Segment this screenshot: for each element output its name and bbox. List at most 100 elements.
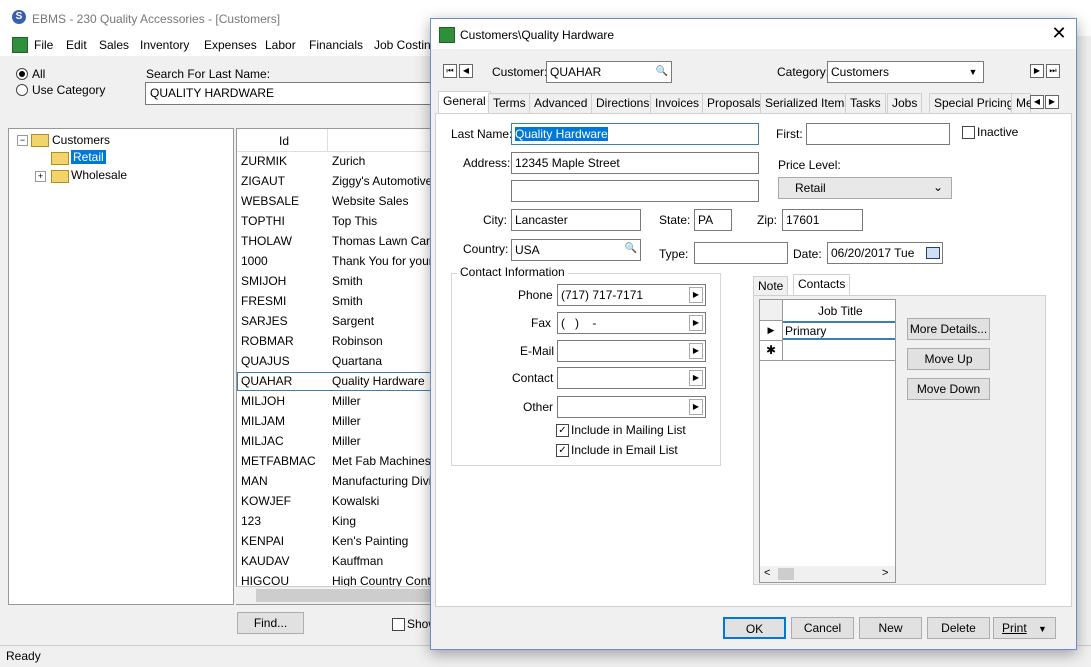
menu-labor[interactable]: Labor [265, 38, 296, 52]
list-item-id[interactable]: QUAJUS [241, 354, 290, 368]
address-line-2-input[interactable] [511, 180, 759, 202]
calendar-icon[interactable] [926, 247, 940, 259]
list-item-id[interactable]: KENPAI [241, 534, 284, 548]
contacts-horizontal-scrollbar[interactable]: < > [760, 566, 895, 582]
list-item-name[interactable]: Smith [332, 294, 363, 308]
list-item-id[interactable]: THOLAW [241, 234, 292, 248]
list-item-name[interactable]: Kauffman [332, 554, 383, 568]
list-item-name[interactable]: Manufacturing Divisic [332, 474, 437, 488]
collapse-icon[interactable]: − [17, 135, 28, 146]
column-header-job-title[interactable]: Job Title [818, 304, 863, 318]
tab-serialized-items[interactable]: Serialized Items [760, 93, 856, 113]
first-record-icon[interactable]: ⏮ [443, 64, 457, 78]
search-input[interactable]: QUALITY HARDWARE [145, 82, 432, 105]
list-item-id[interactable]: SMIJOH [241, 274, 286, 288]
tree-item-customers[interactable]: Customers [52, 133, 110, 147]
state-input[interactable]: PA [694, 209, 732, 231]
chevron-down-icon[interactable]: ▼ [966, 64, 980, 80]
list-item-id[interactable]: ZIGAUT [241, 174, 285, 188]
list-item-id[interactable]: 123 [241, 514, 261, 528]
list-item-id[interactable]: KAUDAV [241, 554, 289, 568]
find-button[interactable]: Find... [237, 612, 304, 634]
price-level-select[interactable]: Retail ⌄ [778, 177, 952, 199]
zip-input[interactable]: 17601 [782, 209, 863, 231]
email-dropdown-icon[interactable]: ▶ [689, 343, 703, 359]
app-menu-icon[interactable] [12, 37, 28, 53]
tab-scroll-left-icon[interactable]: ◀ [1030, 95, 1044, 109]
type-input[interactable] [694, 242, 788, 264]
last-name-input[interactable]: Quality Hardware [511, 123, 759, 145]
cancel-button[interactable]: Cancel [791, 617, 854, 639]
customer-lookup-icon[interactable]: 🔍 [655, 65, 669, 79]
column-header-id[interactable]: Id [279, 134, 289, 148]
tab-terms[interactable]: Terms [488, 93, 531, 113]
menu-expenses[interactable]: Expenses [204, 38, 257, 52]
list-item-name[interactable]: Ziggy's Automotive [332, 174, 432, 188]
list-item-name[interactable]: Quartana [332, 354, 382, 368]
list-item-name[interactable]: Website Sales [332, 194, 408, 208]
print-button[interactable]: Print ▼ [993, 617, 1056, 639]
previous-record-icon[interactable]: ◀ [459, 64, 473, 78]
close-icon[interactable]: ✕ [1049, 23, 1069, 45]
menu-sales[interactable]: Sales [99, 38, 129, 52]
tab-scroll-right-icon[interactable]: ▶ [1045, 95, 1059, 109]
list-item-id[interactable]: MILJAM [241, 414, 285, 428]
list-item-id[interactable]: METFABMAC [241, 454, 316, 468]
list-item-id[interactable]: FRESMI [241, 294, 286, 308]
more-details-button[interactable]: More Details... [907, 318, 990, 340]
first-name-input[interactable] [806, 123, 950, 145]
phone-dropdown-icon[interactable]: ▶ [689, 287, 703, 303]
horizontal-scrollbar[interactable] [236, 586, 436, 604]
ok-button[interactable]: OK [723, 617, 786, 639]
new-button[interactable]: New [859, 617, 922, 639]
tab-tasks[interactable]: Tasks [845, 93, 886, 113]
list-item-name[interactable]: Miller [332, 434, 361, 448]
list-item-name[interactable]: King [332, 514, 356, 528]
tab-invoices[interactable]: Invoices [650, 93, 705, 113]
address-line-1-input[interactable]: 12345 Maple Street [511, 152, 759, 174]
list-item-id[interactable]: 1000 [241, 254, 268, 268]
tab-general[interactable]: General [438, 91, 491, 113]
list-item-name[interactable]: Top This [332, 214, 377, 228]
radio-all[interactable] [16, 68, 28, 80]
tab-more[interactable]: Me [1011, 93, 1031, 113]
scrollbar-thumb[interactable] [778, 568, 794, 580]
country-input[interactable]: USA [511, 239, 641, 261]
expand-icon[interactable]: + [35, 171, 46, 182]
customer-id-field[interactable]: QUAHAR [546, 61, 672, 83]
other-input[interactable]: ▶ [557, 396, 706, 418]
scroll-right-icon[interactable]: > [882, 567, 888, 579]
menu-inventory[interactable]: Inventory [140, 38, 189, 52]
category-select[interactable]: Customers ▼ [827, 61, 984, 83]
move-down-button[interactable]: Move Down [907, 378, 990, 400]
scrollbar-thumb[interactable] [256, 589, 436, 602]
list-item-name[interactable]: Miller [332, 414, 361, 428]
menu-file[interactable]: File [34, 38, 53, 52]
email-list-checkbox[interactable]: ✓ [556, 444, 569, 457]
tab-directions[interactable]: Directions [591, 93, 655, 113]
tab-proposals[interactable]: Proposals [702, 93, 766, 113]
list-item-name[interactable]: Zurich [332, 154, 365, 168]
list-item-id[interactable]: KOWJEF [241, 494, 291, 508]
list-item-name[interactable]: Ken's Painting [332, 534, 408, 548]
list-item-id[interactable]: MILJAC [241, 434, 284, 448]
other-dropdown-icon[interactable]: ▶ [689, 399, 703, 415]
tree-item-retail[interactable]: Retail [71, 150, 106, 164]
contact-input[interactable]: ▶ [557, 367, 706, 389]
mailing-list-checkbox[interactable]: ✓ [556, 424, 569, 437]
country-lookup-icon[interactable]: 🔍 [624, 242, 638, 256]
tab-advanced[interactable]: Advanced [529, 93, 593, 113]
contact-row-primary[interactable]: Primary [783, 321, 895, 340]
fax-dropdown-icon[interactable]: ▶ [689, 315, 703, 331]
list-item-name[interactable]: Smith [332, 274, 363, 288]
menu-financials[interactable]: Financials [309, 38, 363, 52]
next-record-icon[interactable]: ▶ [1030, 64, 1044, 78]
delete-button[interactable]: Delete [927, 617, 990, 639]
last-record-icon[interactable]: ⏭ [1046, 64, 1060, 78]
tab-special-pricing[interactable]: Special Pricing [929, 93, 1019, 113]
list-item-name[interactable]: Robinson [332, 334, 383, 348]
phone-input[interactable]: (717) 717-7171 ▶ [557, 284, 706, 306]
subtab-note[interactable]: Note [753, 276, 789, 295]
inactive-checkbox[interactable] [962, 126, 975, 139]
contact-new-row[interactable] [783, 341, 895, 361]
